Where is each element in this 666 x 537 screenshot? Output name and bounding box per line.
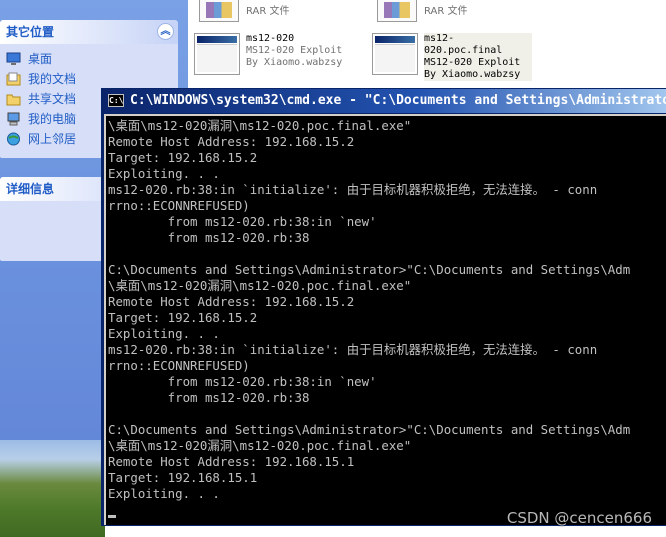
console-line: Exploiting. . . bbox=[108, 166, 220, 181]
cmd-window[interactable]: C:\ C:\WINDOWS\system32\cmd.exe - "C:\Do… bbox=[101, 88, 666, 526]
file-description: MS12-020 Exploit bbox=[424, 57, 521, 68]
file-item-ms12-020-poc-final[interactable]: ms12-020.poc.final MS12-020 Exploit By X… bbox=[372, 33, 552, 81]
console-line: from ms12-020.rb:38 bbox=[108, 230, 310, 245]
console-line: Remote Host Address: 192.168.15.2 bbox=[108, 294, 355, 309]
console-line: Target: 192.168.15.1 bbox=[108, 470, 258, 485]
console-line: C:\Documents and Settings\Administrator>… bbox=[108, 422, 631, 437]
console-line: Target: 192.168.15.2 bbox=[108, 310, 258, 325]
desktop-icon bbox=[6, 52, 21, 65]
console-line: \桌面\ms12-020漏洞\ms12-020.poc.final.exe" bbox=[108, 438, 412, 453]
console-line: from ms12-020.rb:38 bbox=[108, 390, 310, 405]
my-computer-icon bbox=[7, 112, 20, 126]
network-places-icon bbox=[7, 132, 20, 146]
cmd-window-icon[interactable]: C:\ bbox=[108, 94, 124, 107]
file-name: ms12-020.poc.final bbox=[424, 33, 503, 56]
other-places-header[interactable]: 其它位置 ︽ bbox=[0, 20, 178, 44]
text-cursor bbox=[108, 515, 116, 518]
console-line: ms12-020.rb:38:in `initialize': 由于目标机器积极… bbox=[108, 182, 598, 197]
console-line: C:\Documents and Settings\Administrator>… bbox=[108, 262, 631, 277]
console-text: \桌面\ms12-020漏洞\ms12-020.poc.final.exe" Re… bbox=[108, 118, 666, 518]
place-item-desktop[interactable]: 桌面 bbox=[6, 50, 176, 68]
shared-folder-icon bbox=[6, 94, 21, 106]
console-line: \桌面\ms12-020漏洞\ms12-020.poc.final.exe" bbox=[108, 118, 412, 133]
file-name: ms12-020 bbox=[246, 33, 295, 44]
file-item-ms12-020[interactable]: ms12-020 MS12-020 Exploit By Xiaomo.wabz… bbox=[194, 33, 372, 77]
cmd-window-title: C:\WINDOWS\system32\cmd.exe - "C:\Docume… bbox=[130, 93, 666, 108]
console-line: Exploiting. . . bbox=[108, 326, 220, 341]
console-line: from ms12-020.rb:38:in `new' bbox=[108, 214, 377, 229]
other-places-title: 其它位置 bbox=[6, 25, 55, 39]
console-line: Remote Host Address: 192.168.15.2 bbox=[108, 134, 355, 149]
console-line: from ms12-020.rb:38:in `new' bbox=[108, 374, 377, 389]
console-line: \桌面\ms12-020漏洞\ms12-020.poc.final.exe" bbox=[108, 278, 412, 293]
console-line: rrno::ECONNREFUSED) bbox=[108, 198, 250, 213]
place-item-label: 共享文档 bbox=[28, 92, 77, 106]
my-documents-icon bbox=[6, 72, 21, 86]
rar-file-type: RAR 文件 bbox=[246, 6, 290, 17]
rar-file-type: RAR 文件 bbox=[424, 6, 468, 17]
place-item-label: 我的电脑 bbox=[28, 112, 77, 126]
place-item-my-documents[interactable]: 我的文档 bbox=[6, 70, 176, 88]
place-item-label: 桌面 bbox=[28, 52, 53, 66]
console-output-area[interactable]: \桌面\ms12-020漏洞\ms12-020.poc.final.exe" Re… bbox=[104, 114, 666, 525]
console-line: rrno::ECONNREFUSED) bbox=[108, 358, 250, 373]
console-line: Target: 192.168.15.2 bbox=[108, 150, 258, 165]
console-line: ms12-020.rb:38:in `initialize': 由于目标机器积极… bbox=[108, 342, 598, 357]
place-item-label: 网上邻居 bbox=[28, 132, 77, 146]
console-line: Remote Host Address: 192.168.15.1 bbox=[108, 454, 355, 469]
console-line: Exploiting. . . bbox=[108, 486, 220, 501]
watermark: CSDN @cencen666 bbox=[506, 509, 652, 527]
exe-application-icon bbox=[194, 33, 240, 75]
details-title: 详细信息 bbox=[6, 182, 55, 196]
rar-file-thumbnail[interactable] bbox=[199, 0, 239, 22]
file-company: By Xiaomo.wabzsy bbox=[246, 57, 343, 68]
place-item-label: 我的文档 bbox=[28, 72, 77, 86]
file-description: MS12-020 Exploit bbox=[246, 45, 343, 56]
file-company: By Xiaomo.wabzsy bbox=[424, 69, 521, 80]
cmd-titlebar[interactable]: C:\ C:\WINDOWS\system32\cmd.exe - "C:\Do… bbox=[102, 89, 666, 113]
desktop-wallpaper bbox=[0, 440, 105, 537]
exe-application-icon bbox=[372, 33, 418, 75]
rar-file-thumbnail[interactable] bbox=[377, 0, 417, 22]
collapse-chevron-icon[interactable]: ︽ bbox=[157, 23, 174, 40]
